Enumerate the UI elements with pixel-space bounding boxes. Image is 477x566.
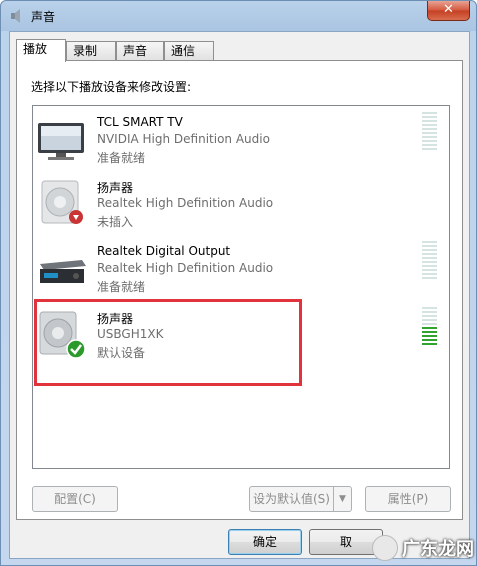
device-driver: NVIDIA High Definition Audio: [97, 132, 270, 146]
tab-playback[interactable]: 播放: [16, 39, 66, 62]
properties-button[interactable]: 属性(P): [365, 486, 451, 512]
device-status: 未插入: [97, 215, 134, 229]
tab-communications[interactable]: 通信: [164, 41, 214, 61]
tv-icon: [38, 123, 84, 160]
window-title: 声音: [31, 10, 56, 24]
title-bar[interactable]: 声音 ✕: [1, 1, 476, 31]
playback-tab-panel: 选择以下播放设备来修改设置: TCL SMART TV NVIDIA High …: [16, 60, 463, 520]
set-default-label: 设为默认值(S): [253, 492, 330, 506]
device-item-tcl-tv[interactable]: TCL SMART TV NVIDIA High Definition Audi…: [33, 108, 449, 172]
sound-speaker-icon: [11, 9, 20, 23]
watermark-logo-icon: [372, 535, 398, 561]
tab-label: 通信: [171, 44, 196, 58]
tab-sounds[interactable]: 声音: [116, 41, 164, 61]
device-status: 默认设备: [97, 346, 146, 360]
tab-label: 录制: [73, 44, 98, 58]
volume-meter: [422, 241, 437, 281]
chevron-down-icon[interactable]: ▼: [333, 487, 351, 511]
close-button[interactable]: ✕: [427, 1, 470, 21]
digital-output-icon: [40, 260, 86, 283]
device-item-speaker-realtek[interactable]: 扬声器 Realtek High Definition Audio 未插入: [33, 172, 449, 236]
volume-meter: [422, 112, 437, 152]
tab-label: 播放: [23, 42, 48, 56]
volume-meter: [422, 307, 437, 347]
device-driver: Realtek High Definition Audio: [97, 261, 274, 275]
device-driver: Realtek High Definition Audio: [97, 196, 274, 210]
instruction-label: 选择以下播放设备来修改设置:: [31, 80, 192, 94]
device-item-digital-output[interactable]: Realtek Digital Output Realtek High Defi…: [33, 237, 449, 301]
ok-button[interactable]: 确定: [228, 529, 302, 555]
device-status: 准备就绪: [97, 151, 146, 165]
watermark-text: 广东龙网: [402, 539, 474, 560]
device-status: 准备就绪: [97, 280, 146, 294]
close-icon: ✕: [443, 2, 454, 17]
device-item-speaker-usb[interactable]: 扬声器 USBGH1XK 默认设备: [33, 303, 449, 367]
speaker-unplugged-icon: [41, 180, 83, 224]
playback-device-list[interactable]: TCL SMART TV NVIDIA High Definition Audi…: [32, 105, 450, 469]
tab-label: 声音: [123, 44, 148, 58]
sound-dialog-window: 声音 ✕ 播放 录制 声音 通信 选择以下播放设备来修改设置: TCL SMAR…: [0, 0, 477, 566]
device-name: TCL SMART TV: [97, 115, 183, 129]
set-default-button[interactable]: 设为默认值(S) ▼: [249, 486, 352, 512]
device-name: 扬声器: [97, 181, 134, 195]
device-name: Realtek Digital Output: [97, 244, 231, 258]
configure-button[interactable]: 配置(C): [32, 486, 118, 512]
device-name: 扬声器: [97, 312, 134, 326]
tab-recording[interactable]: 录制: [66, 41, 116, 61]
speaker-default-icon: [39, 311, 86, 359]
watermark: 广东龙网: [372, 533, 474, 563]
device-driver: USBGH1XK: [97, 327, 164, 341]
dialog-client-area: 播放 录制 声音 通信 选择以下播放设备来修改设置: TCL SMART TV: [9, 31, 470, 559]
